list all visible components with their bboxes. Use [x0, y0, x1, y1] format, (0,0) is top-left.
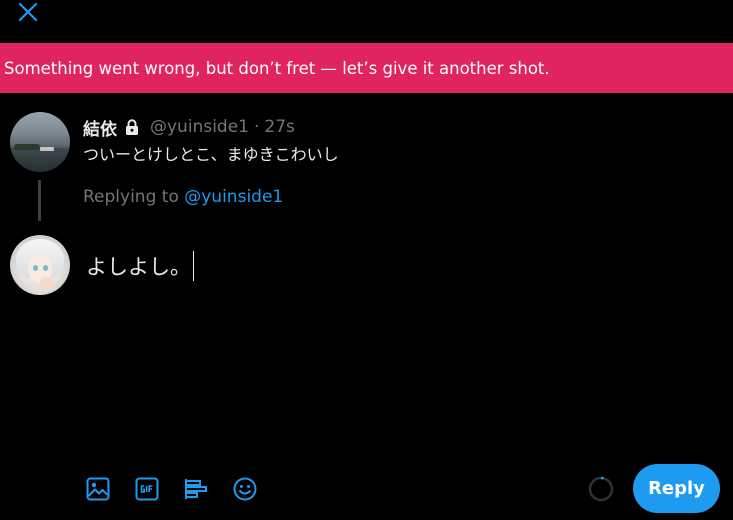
char-count-ring-icon: [587, 475, 615, 503]
replying-to: Replying to @yuinside1: [83, 187, 283, 207]
lock-icon: [122, 117, 142, 137]
add-gif-button[interactable]: [133, 474, 161, 504]
emoji-icon: [232, 476, 258, 502]
add-media-button[interactable]: [84, 474, 112, 504]
add-emoji-button[interactable]: [231, 474, 259, 504]
error-banner: Something went wrong, but don’t fret — l…: [0, 43, 733, 93]
close-button[interactable]: [14, 0, 42, 24]
error-banner-message: Something went wrong, but don’t fret — l…: [4, 58, 550, 78]
compose-toolbar: [84, 474, 280, 504]
close-icon: [18, 2, 38, 22]
separator-dot: ·: [253, 117, 260, 137]
original-tweet-text: ついーとけしとこ、まゆきこわいし: [83, 145, 339, 164]
user-avatar: [10, 235, 70, 295]
original-tweet-avatar[interactable]: [10, 112, 70, 172]
reply-compose-text: よしよし。: [86, 255, 191, 279]
text-caret: [193, 251, 194, 281]
original-tweet-display-name[interactable]: 結依: [83, 115, 117, 140]
poll-icon: [183, 476, 209, 502]
original-tweet-time[interactable]: 27s: [264, 117, 295, 137]
add-poll-button[interactable]: [182, 474, 210, 504]
replying-to-handle-link[interactable]: @yuinside1: [184, 187, 283, 207]
gif-icon: [134, 476, 160, 502]
replying-to-prefix: Replying to: [83, 187, 185, 207]
thread-connector-line: [38, 180, 41, 221]
reply-button[interactable]: Reply: [633, 464, 720, 513]
media-icon: [85, 476, 111, 502]
reply-compose-input[interactable]: よしよし。: [86, 251, 194, 281]
original-tweet-header: 結依 @yuinside1 · 27s: [83, 115, 295, 140]
original-tweet-handle[interactable]: @yuinside1: [150, 117, 249, 137]
